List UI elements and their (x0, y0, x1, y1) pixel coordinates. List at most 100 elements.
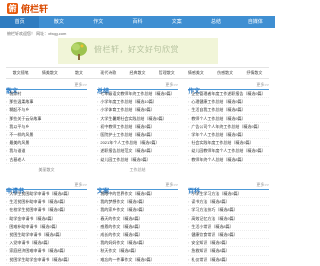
list-item[interactable]: › 大学生暑期社会实践总结（精选9篇） (97, 115, 178, 123)
bullet-icon: › (97, 148, 99, 154)
list-item[interactable]: › 健康饮食常识（精选9篇） (188, 231, 269, 240)
list-item[interactable]: › 最美的风景 (6, 139, 87, 148)
list-item[interactable]: › 我以平与乡 (6, 123, 87, 131)
list-item[interactable]: › 小学年度工作总结（精选10篇） (97, 98, 178, 107)
list-item[interactable]: › 学年个人工作总结（精选9篇） (188, 131, 269, 140)
category-link[interactable]: 伤感散文 (211, 68, 240, 78)
list-item[interactable]: › 心理健康工作总结（精选9篇） (188, 98, 269, 107)
list-item[interactable]: › 2021年个人工作总结（精选9篇） (97, 139, 178, 148)
list-item[interactable]: › 社会实践年度工作总结（精选9篇） (188, 139, 269, 148)
list-item[interactable]: › 困难补助申请书（精选9篇） (6, 223, 87, 231)
list-item[interactable]: › 初中教师工作总结（精选9篇） (97, 123, 178, 131)
list-item[interactable]: › 我的家乡作文（精选9篇） (97, 206, 178, 215)
bullet-icon: › (188, 148, 190, 154)
list-item[interactable]: › 入党申请书（精选8篇） (6, 239, 87, 248)
list-item[interactable]: › 糊起不与乡 (6, 106, 87, 115)
more-link[interactable]: 更多>> (74, 82, 87, 88)
list-item[interactable]: › 我的梦想作文（精选9篇） (97, 198, 178, 207)
list-item[interactable]: › 不一样的风景 (6, 131, 87, 140)
bullet-icon: › (6, 123, 8, 129)
list-item[interactable]: › 我眼中的世界作文（精选9篇） (97, 190, 178, 199)
list-item[interactable]: › 大学生贫困助学申请书（精选8篇） (6, 190, 87, 199)
list-item[interactable]: › 秋天作文（精选8篇） (97, 247, 178, 256)
category-link[interactable]: 经典散文 (123, 68, 152, 78)
list-item[interactable]: › 我家村 (6, 90, 87, 99)
list-item[interactable]: › 难忘的一件事作文（精选9篇） (97, 256, 178, 264)
list-item-label: 小学生学习方法（精选9篇） (191, 191, 242, 196)
list-item[interactable]: › 教师年终个人总结（精选8篇） (188, 156, 269, 164)
list-item[interactable]: › 古墓老人 (6, 156, 87, 164)
nav-item-prose[interactable]: 散文 (39, 16, 78, 28)
list-item-label: 小学年度工作总结（精选10篇） (100, 99, 157, 105)
list-item[interactable]: › 我的妈妈作文（精选8篇） (97, 239, 178, 248)
list-item-label: 企业管理者年度工作述职报告（精选9篇） (191, 91, 266, 96)
bullet-icon: › (6, 256, 8, 262)
bullet-icon: › (6, 107, 8, 113)
section-footer-link[interactable]: 工作总结 (97, 167, 178, 173)
category-link[interactable]: 情感美文 (181, 68, 210, 78)
nav-item-home[interactable]: 首页 (0, 16, 40, 28)
list-item-label: 春天的作文（精选8篇） (100, 215, 143, 221)
list-item[interactable]: › 家庭经济困难申请书（精选8篇） (6, 247, 87, 256)
list-item[interactable]: › 医院护士工作总结（精选8篇） (97, 131, 178, 140)
list-item[interactable]: › 幼儿园工作总结（精选9篇） (97, 156, 178, 164)
list-item[interactable]: › 在校学生贫困申请书（精选9篇） (6, 206, 87, 215)
category-link[interactable]: 散文 (64, 68, 93, 78)
list-item-label: 我家村 (9, 91, 22, 96)
nav-item-encyclopedia[interactable]: 百科 (118, 16, 157, 28)
list-item[interactable]: › 贫困学生助学金申请书（精选8篇） (6, 256, 87, 264)
list-item-label: 礼仪常识（精选8篇） (191, 256, 230, 262)
site-logo[interactable]: 俯 俯栏轩 (7, 2, 48, 14)
more-link[interactable]: 更多>> (165, 182, 178, 188)
list-item[interactable]: › 春天的作文（精选8篇） (97, 215, 178, 223)
list-item[interactable]: › 礼仪常识（精选8篇） (188, 256, 269, 264)
list-item-label: 七年级语文教师年终工作总结（精选9篇） (100, 91, 175, 96)
category-link[interactable]: 现代诗歌 (94, 68, 123, 78)
nav-item-essay[interactable]: 作文 (79, 16, 118, 28)
list-item[interactable]: › 安全知识（精选9篇） (188, 239, 269, 248)
more-link[interactable]: 更多>> (256, 182, 269, 188)
list-item[interactable]: › 小学生学习方法（精选9篇） (188, 190, 269, 199)
list-item-label: 医院护士工作总结（精选8篇） (100, 131, 155, 137)
list-item[interactable]: › 广告公司个人年终工作总结（精选9篇） (188, 123, 269, 131)
list-item[interactable]: › 幼儿园教师年度个人工作总结（精选9篇） (188, 147, 269, 156)
list-item[interactable]: › 生活自我工作总结（精选8篇） (188, 106, 269, 115)
list-item[interactable]: › 小学体育工作总结（精选9篇） (97, 106, 178, 115)
bullet-icon: › (188, 207, 190, 213)
category-link[interactable]: 散文随笔 (6, 68, 35, 78)
list-item[interactable]: › 那些温柔故事 (6, 98, 87, 107)
category-link[interactable]: 抒情散文 (240, 68, 269, 78)
list-item[interactable]: › 成长的作文（精选9篇） (97, 231, 178, 240)
list-item[interactable]: › 生活小常识（精选8篇） (188, 223, 269, 231)
bullet-icon: › (97, 91, 99, 96)
bullet-icon: › (188, 91, 190, 96)
more-link[interactable]: 更多>> (256, 82, 269, 88)
list-item[interactable]: › 企业管理者年度工作述职报告（精选9篇） (188, 90, 269, 99)
nav-item-summary[interactable]: 总结 (196, 16, 235, 28)
bullet-icon: › (97, 131, 99, 137)
list-item[interactable]: › 我与谁谁 (6, 147, 87, 156)
list-item[interactable]: › 学习方法技巧（精选8篇） (188, 206, 269, 215)
nav-item-media[interactable]: 自媒体 (236, 16, 275, 28)
list-item[interactable]: › 那些关于云朵故事 (6, 115, 87, 123)
list-item[interactable]: › 七年级语文教师年终工作总结（精选9篇） (97, 90, 178, 99)
bullet-icon: › (97, 231, 99, 237)
category-link[interactable]: 情美散文 (35, 68, 64, 78)
list-item[interactable]: › 高效记忆方法（精选9篇） (188, 215, 269, 223)
list-item[interactable]: › 生活贫困补助申请书（精选8篇） (6, 198, 87, 207)
more-link[interactable]: 更多>> (165, 82, 178, 88)
list-item[interactable]: › 贫困生助学申请书（精选8篇） (6, 231, 87, 240)
more-link[interactable]: 更多>> (74, 182, 87, 188)
section-header: 申请书 更多>> (6, 180, 87, 195)
category-link[interactable]: 哲理散文 (152, 68, 181, 78)
list-item[interactable]: › 述职报告总结范文（精选8篇） (97, 147, 178, 156)
list-item[interactable]: › 读书方法（精选8篇） (188, 198, 269, 207)
list-item[interactable]: › 助学金申请书（精选8篇） (6, 215, 87, 223)
list-item[interactable]: › 教师个人工作总结（精选9篇） (188, 115, 269, 123)
nav-item-copywriting[interactable]: 文案 (157, 16, 196, 28)
list-item[interactable]: › 急救知识（精选8篇） (188, 247, 269, 256)
list-item[interactable]: › 感恩的作文（精选8篇） (97, 223, 178, 231)
section-footer-link[interactable]: 美丽散文 (6, 167, 87, 173)
bullet-icon: › (97, 191, 99, 196)
list-item-label: 入党申请书（精选8篇） (9, 240, 52, 246)
